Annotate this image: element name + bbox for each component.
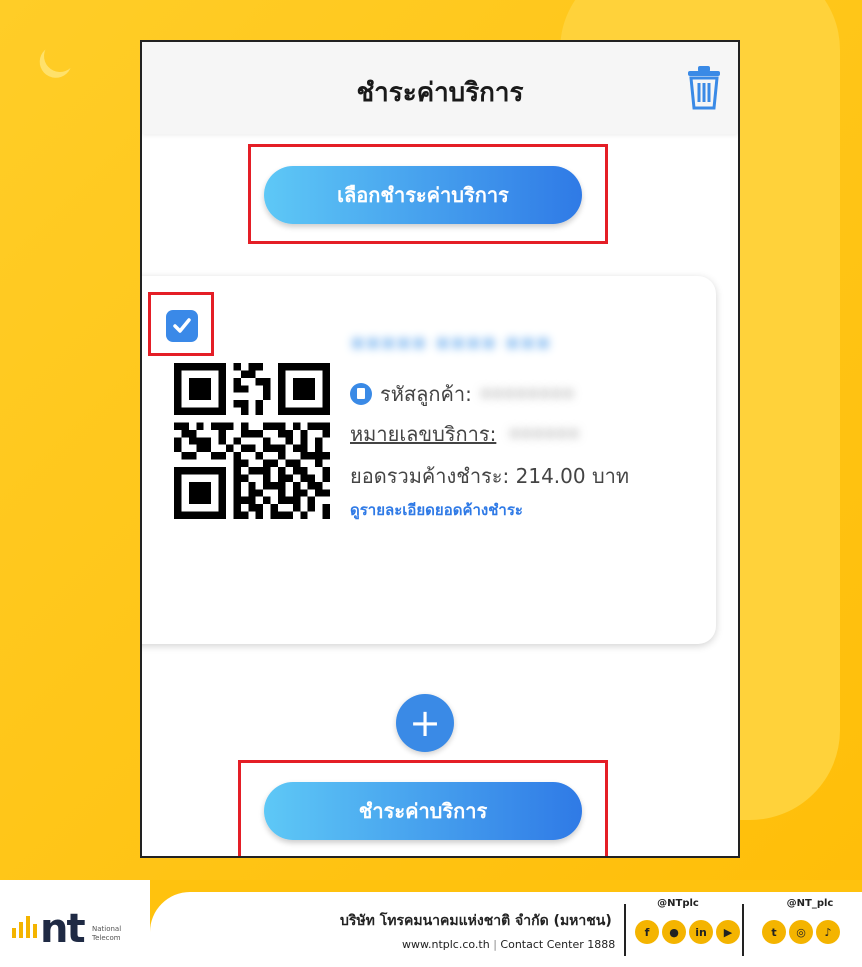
highlight-pay-button <box>238 760 608 856</box>
details-link[interactable]: ดูรายละเอียดยอดค้างชำระ <box>350 498 523 522</box>
social-group-1: f ● in ▶ <box>635 920 743 944</box>
customer-code-value: •••••••• <box>479 382 575 406</box>
customer-name: ••••• •••• ••• <box>350 330 551 358</box>
contact-line: www.ntplc.co.th | Contact Center 1888 <box>402 938 616 951</box>
website-link[interactable]: www.ntplc.co.th <box>402 938 490 951</box>
divider <box>742 904 744 956</box>
highlight-select-button <box>248 144 608 244</box>
service-number-row: หมายเลขบริการ: •••••• <box>350 418 579 450</box>
instagram-icon[interactable]: ◎ <box>789 920 813 944</box>
divider <box>624 904 626 956</box>
twitter-icon[interactable]: t <box>762 920 786 944</box>
highlight-checkbox <box>148 292 214 356</box>
youtube-icon[interactable]: ▶ <box>716 920 740 944</box>
handle-nt-plc: @NT_plc <box>786 898 834 909</box>
company-name: บริษัท โทรคมนาคมแห่งชาติ จำกัด (มหาชน) <box>340 913 612 929</box>
qr-code[interactable] <box>174 360 330 522</box>
social-group-2: t ◎ ♪ <box>762 920 843 944</box>
plus-icon[interactable]: + <box>396 694 454 752</box>
total-due: ยอดรวมค้างชำระ: 214.00 บาท <box>350 464 630 488</box>
facebook-icon[interactable]: f <box>635 920 659 944</box>
page-title: ชำระค่าบริการ <box>356 78 524 108</box>
logo-text: nt <box>40 906 86 952</box>
contact-center: Contact Center 1888 <box>500 938 616 951</box>
nt-logo: nt National Telecom <box>0 880 150 967</box>
signal-icon <box>12 916 37 938</box>
footer-panel: บริษัท โทรคมนาคมแห่งชาติ จำกัด (มหาชน) w… <box>150 892 862 967</box>
customer-code-label: รหัสลูกค้า: <box>380 382 472 406</box>
footer-bar: nt National Telecom บริษัท โทรคมนาคมแห่ง… <box>0 880 862 967</box>
service-number-label: หมายเลขบริการ: <box>350 422 497 446</box>
linkedin-icon[interactable]: in <box>689 920 713 944</box>
app-screen: ชำระค่าบริการ เลือกชำระค่าบริการ ••••• •… <box>140 40 740 858</box>
tiktok-icon[interactable]: ♪ <box>816 920 840 944</box>
service-number-value: •••••• <box>508 422 580 446</box>
trash-icon[interactable] <box>686 66 722 110</box>
customer-code-icon <box>350 383 372 405</box>
handle-ntplc: @NTplc <box>657 898 699 909</box>
customer-code-row: รหัสลูกค้า: •••••••• <box>350 378 574 410</box>
header-bar: ชำระค่าบริการ <box>142 42 738 134</box>
logo-subtitle: National Telecom <box>92 925 122 942</box>
messenger-icon[interactable]: ● <box>662 920 686 944</box>
